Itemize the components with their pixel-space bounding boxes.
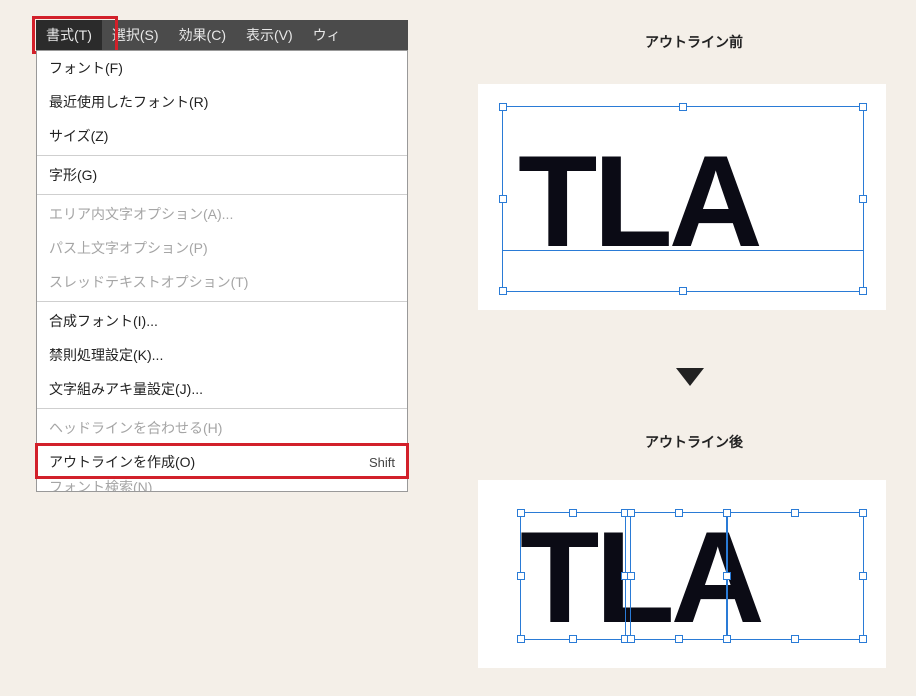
label-before-outline: アウトライン前: [594, 32, 794, 52]
menu-separator: [37, 301, 407, 302]
down-arrow-icon: [676, 368, 704, 386]
glyph-box-a[interactable]: [726, 512, 864, 640]
dd-item[interactable]: 文字組みアキ量設定(J)...: [37, 372, 407, 406]
handle[interactable]: [569, 509, 577, 517]
dd-item[interactable]: 禁則処理設定(K)...: [37, 338, 407, 372]
dd-item-label: サイズ(Z): [49, 126, 108, 146]
handle[interactable]: [517, 635, 525, 643]
dd-item-shortcut: Shift: [369, 455, 395, 470]
handle-mid-right[interactable]: [859, 195, 867, 203]
dd-item-label: 合成フォント(I)...: [49, 311, 158, 331]
dd-item-label: ヘッドラインを合わせる(H): [49, 418, 222, 438]
handle[interactable]: [627, 509, 635, 517]
dd-item: ヘッドラインを合わせる(H): [37, 411, 407, 445]
dd-item-label: 字形(G): [49, 165, 97, 185]
handle-bot-mid[interactable]: [679, 287, 687, 295]
handle-bot-left[interactable]: [499, 287, 507, 295]
menu-type[interactable]: 書式(T): [36, 20, 102, 50]
handle[interactable]: [723, 509, 731, 517]
dd-item[interactable]: アウトラインを作成(O) Shift: [37, 445, 407, 479]
glyph-box-t[interactable]: [520, 512, 626, 640]
artboard-before: TLA: [478, 84, 886, 310]
menu-window[interactable]: ウィ: [303, 20, 351, 50]
menu-separator: [37, 408, 407, 409]
handle[interactable]: [859, 509, 867, 517]
glyph-box-l[interactable]: [630, 512, 728, 640]
handle[interactable]: [627, 572, 635, 580]
handle[interactable]: [723, 572, 731, 580]
handle[interactable]: [517, 509, 525, 517]
dd-item[interactable]: フォント(F): [37, 51, 407, 85]
handle[interactable]: [627, 635, 635, 643]
dd-item-label: アウトラインを作成(O): [49, 452, 195, 472]
handle-bot-right[interactable]: [859, 287, 867, 295]
dd-item: スレッドテキストオプション(T): [37, 265, 407, 299]
handle[interactable]: [791, 635, 799, 643]
dd-item-label: スレッドテキストオプション(T): [49, 272, 248, 292]
handle[interactable]: [675, 635, 683, 643]
handle-top-left[interactable]: [499, 103, 507, 111]
handle[interactable]: [791, 509, 799, 517]
dd-item[interactable]: 合成フォント(I)...: [37, 304, 407, 338]
dd-item[interactable]: サイズ(Z): [37, 119, 407, 153]
dd-item-label: 禁則処理設定(K)...: [49, 345, 163, 365]
handle[interactable]: [569, 635, 577, 643]
handle-mid-left[interactable]: [499, 195, 507, 203]
handle[interactable]: [675, 509, 683, 517]
dd-item-label: 最近使用したフォント(R): [49, 92, 208, 112]
dd-item[interactable]: 字形(G): [37, 158, 407, 192]
menu-separator: [37, 155, 407, 156]
dd-item-label: エリア内文字オプション(A)...: [49, 204, 233, 224]
dd-item-label: フォント(F): [49, 58, 123, 78]
dd-item: エリア内文字オプション(A)...: [37, 197, 407, 231]
label-after-outline: アウトライン後: [594, 432, 794, 452]
sample-text-before[interactable]: TLA: [518, 136, 759, 266]
type-menu-dropdown: フォント(F) 最近使用したフォント(R) サイズ(Z) 字形(G) エリア内文字オプシ…: [36, 50, 408, 492]
dd-item-label: 文字組みアキ量設定(J)...: [49, 379, 203, 399]
menu-separator: [37, 194, 407, 195]
menubar: 書式(T) 選択(S) 効果(C) 表示(V) ウィ: [36, 20, 408, 50]
menu-view[interactable]: 表示(V): [236, 20, 303, 50]
handle[interactable]: [517, 572, 525, 580]
dd-item-label: パス上文字オプション(P): [49, 238, 208, 258]
dd-item-cutoff: フォント検索(N): [37, 479, 407, 491]
menu-select[interactable]: 選択(S): [102, 20, 169, 50]
handle[interactable]: [859, 635, 867, 643]
dd-item-label: フォント検索(N): [49, 479, 152, 491]
dd-item[interactable]: 最近使用したフォント(R): [37, 85, 407, 119]
handle-top-right[interactable]: [859, 103, 867, 111]
dd-item: パス上文字オプション(P): [37, 231, 407, 265]
artboard-after: TLA: [478, 480, 886, 668]
handle-top-mid[interactable]: [679, 103, 687, 111]
handle[interactable]: [723, 635, 731, 643]
handle[interactable]: [859, 572, 867, 580]
menu-effect[interactable]: 効果(C): [169, 20, 236, 50]
